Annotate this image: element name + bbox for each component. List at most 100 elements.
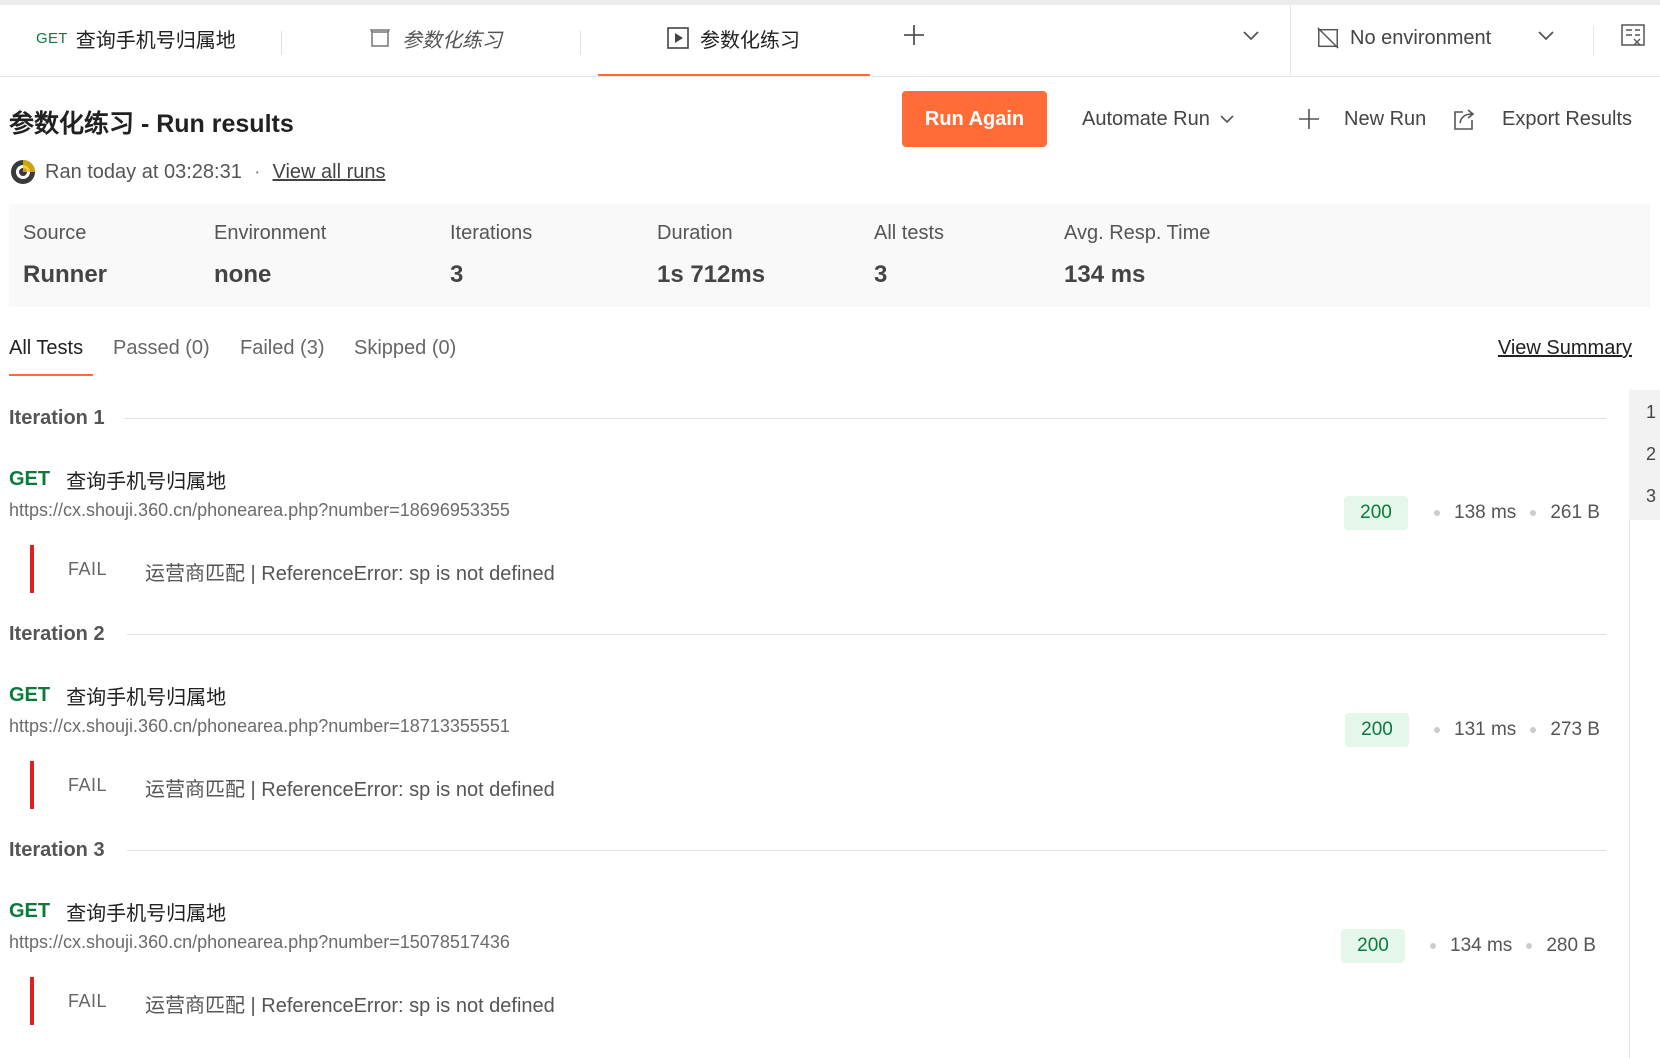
tab-collection[interactable]: 参数化练习 xyxy=(368,5,502,71)
tab-separator xyxy=(281,31,282,55)
status-badge: 200 xyxy=(1344,496,1408,530)
view-summary-link[interactable]: View Summary xyxy=(1498,337,1632,360)
new-tab-button[interactable] xyxy=(902,5,926,71)
request-row[interactable]: GET 查询手机号归属地 xyxy=(9,681,226,710)
stat-iterations: Iterations 3 xyxy=(450,222,532,289)
runner-icon xyxy=(9,158,37,186)
response-meta: 138 ms 261 B xyxy=(1420,502,1600,524)
new-run-button[interactable]: New Run xyxy=(1298,101,1426,137)
stat-label: All tests xyxy=(874,222,945,244)
separator-dot xyxy=(1430,943,1436,949)
tab-label: 参数化练习 xyxy=(402,29,502,52)
play-icon xyxy=(666,26,690,50)
separator-dot xyxy=(1530,510,1537,516)
stat-label: Iterations xyxy=(450,222,533,244)
chevron-down-icon xyxy=(1218,110,1248,128)
environment-quick-look-button[interactable] xyxy=(1620,5,1646,71)
response-size: 280 B xyxy=(1546,935,1596,956)
stat-environment: Environment none xyxy=(214,222,326,289)
stat-source: Source Runner xyxy=(23,222,107,289)
tab-label: 查询手机号归属地 xyxy=(75,29,236,52)
test-result: FAIL xyxy=(68,775,108,795)
filter-failed[interactable]: Failed (3) xyxy=(240,337,324,360)
response-time: 138 ms xyxy=(1454,502,1517,523)
filter-skipped[interactable]: Skipped (0) xyxy=(354,337,456,360)
active-filter-indicator xyxy=(9,374,93,376)
view-all-runs-link[interactable]: View all runs xyxy=(273,161,386,184)
stat-value: none xyxy=(214,261,272,288)
automate-run-button[interactable]: Automate Run xyxy=(1082,101,1248,137)
request-row[interactable]: GET 查询手机号归属地 xyxy=(9,897,226,926)
test-result: FAIL xyxy=(68,991,108,1011)
ran-time: Ran today at 03:28:31 xyxy=(45,160,242,183)
iteration-divider xyxy=(127,634,1606,635)
iteration-divider xyxy=(127,850,1606,851)
response-meta: 131 ms 273 B xyxy=(1420,719,1600,741)
stat-value: Runner xyxy=(23,261,107,288)
separator-dot: · xyxy=(253,160,261,183)
response-size: 273 B xyxy=(1550,719,1600,740)
status-badge: 200 xyxy=(1345,713,1409,747)
stat-value: 3 xyxy=(450,261,464,288)
stat-all-tests: All tests 3 xyxy=(874,222,944,289)
stat-label: Avg. Resp. Time xyxy=(1064,222,1211,244)
run-stats-panel: Source Runner Environment none Iteration… xyxy=(9,204,1650,307)
request-name: 查询手机号归属地 xyxy=(66,471,227,493)
fail-indicator xyxy=(30,761,34,809)
filter-passed[interactable]: Passed (0) xyxy=(113,337,210,360)
stat-duration: Duration 1s 712ms xyxy=(657,222,765,289)
stat-value: 3 xyxy=(874,261,888,288)
request-url: https://cx.shouji.360.cn/phonearea.php?n… xyxy=(9,500,510,520)
run-again-button[interactable]: Run Again xyxy=(902,91,1047,147)
divider xyxy=(1290,5,1291,77)
iteration-heading: Iteration 1 xyxy=(9,406,105,429)
stat-value: 134 ms xyxy=(1064,261,1146,288)
response-meta: 134 ms 280 B xyxy=(1416,935,1596,957)
page-title: 参数化练习 - Run results xyxy=(9,110,294,138)
iteration-heading: Iteration 3 xyxy=(9,838,105,861)
request-method: GET xyxy=(9,468,51,490)
request-method: GET xyxy=(9,900,51,922)
separator-dot xyxy=(1434,727,1440,733)
stat-label: Duration xyxy=(657,222,733,244)
tab-label: 参数化练习 xyxy=(700,29,800,52)
divider xyxy=(1629,520,1630,1058)
divider xyxy=(1593,26,1594,56)
request-method: GET xyxy=(9,684,51,706)
tabs-dropdown-button[interactable] xyxy=(1240,5,1262,71)
environment-selector[interactable]: No environment xyxy=(1316,5,1557,71)
filter-all-tests[interactable]: All Tests xyxy=(9,337,83,360)
stat-avg-resp-time: Avg. Resp. Time 134 ms xyxy=(1064,222,1210,289)
iteration-heading: Iteration 2 xyxy=(9,622,105,645)
status-badge: 200 xyxy=(1341,929,1405,963)
iteration-index-item[interactable]: 3 xyxy=(1646,486,1656,507)
no-environment-icon xyxy=(1316,26,1340,50)
collection-icon xyxy=(368,26,392,50)
tab-separator xyxy=(580,31,581,55)
response-time: 131 ms xyxy=(1454,719,1517,740)
iteration-index-item[interactable]: 2 xyxy=(1646,444,1656,465)
active-tab-indicator xyxy=(598,74,870,76)
test-result: FAIL xyxy=(68,559,108,579)
tab-runner[interactable]: 参数化练习 xyxy=(666,5,800,71)
automate-run-label: Automate Run xyxy=(1082,107,1210,130)
iteration-divider xyxy=(124,418,1606,419)
chevron-down-icon xyxy=(1240,24,1262,52)
tab-request[interactable]: GET 查询手机号归属地 xyxy=(36,5,236,71)
separator-dot xyxy=(1530,727,1537,733)
tab-method: GET xyxy=(36,29,68,47)
request-url: https://cx.shouji.360.cn/phonearea.php?n… xyxy=(9,716,510,736)
environment-quick-look-icon xyxy=(1620,22,1646,54)
test-message: 运营商匹配 | ReferenceError: sp is not define… xyxy=(145,995,555,1017)
test-message: 运营商匹配 | ReferenceError: sp is not define… xyxy=(145,779,555,801)
separator-dot xyxy=(1434,510,1440,516)
chevron-down-icon xyxy=(1535,24,1557,52)
iteration-index-item[interactable]: 1 xyxy=(1646,402,1656,423)
response-time: 134 ms xyxy=(1450,935,1513,956)
request-row[interactable]: GET 查询手机号归属地 xyxy=(9,465,226,494)
export-results-button[interactable]: Export Results xyxy=(1452,101,1632,137)
fail-indicator xyxy=(30,545,34,593)
run-info: Ran today at 03:28:31 · View all runs xyxy=(9,157,386,187)
request-name: 查询手机号归属地 xyxy=(66,903,227,925)
environment-label: No environment xyxy=(1350,26,1492,49)
